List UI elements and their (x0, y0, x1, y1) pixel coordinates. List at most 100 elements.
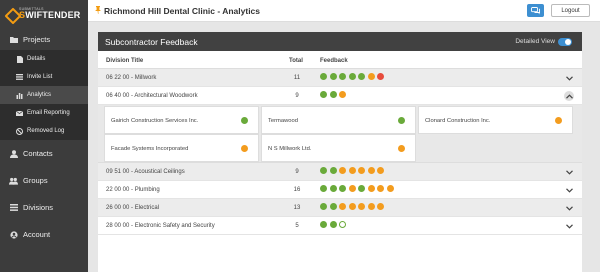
feedback-dot-neutral[interactable] (348, 167, 356, 174)
envelope-icon (16, 110, 23, 117)
subcontractor-name: Termawood (268, 118, 298, 124)
pin-icon (95, 5, 101, 16)
feedback-dot-neutral[interactable] (367, 203, 375, 210)
sidebar-item-invite-list[interactable]: Invite List (0, 68, 88, 86)
sidebar-item-label: Invite List (27, 74, 53, 80)
sidebar-item-label: Removed Log (27, 128, 65, 134)
division-total: 11 (293, 75, 301, 81)
feedback-status-dot (398, 145, 405, 152)
feedback-status-dot (398, 117, 405, 124)
feedback-dot-positive[interactable] (358, 185, 365, 192)
feedback-dot-positive[interactable] (320, 221, 327, 228)
page-title: Richmond Hill Dental Clinic - Analytics (104, 5, 261, 16)
feedback-dots (320, 221, 346, 228)
division-title: 06 40 00 - Architectural Woodwork (106, 93, 198, 99)
feedback-dot-pending[interactable] (339, 221, 346, 228)
nav-account-label: Account (23, 230, 51, 239)
nav-projects[interactable]: Projects (0, 28, 88, 50)
subcontractor-card[interactable]: N S Millwork Ltd. (261, 134, 416, 162)
feedback-dots (320, 167, 384, 174)
sidebar: SUBMITTALS SWIFTENDER Projects Details I… (0, 0, 88, 272)
feedback-dot-neutral[interactable] (358, 167, 365, 174)
detailed-view-toggle[interactable] (558, 38, 572, 46)
feedback-dot-positive[interactable] (320, 167, 327, 174)
table-row[interactable]: 22 00 00 - Plumbing 16 (98, 181, 582, 199)
nav-account[interactable]: Account (0, 221, 88, 248)
feedback-dot-positive[interactable] (320, 73, 327, 80)
division-total: 5 (295, 223, 299, 229)
chevron-down-icon[interactable] (564, 73, 574, 83)
feedback-dot-positive[interactable] (329, 167, 337, 174)
nav-groups[interactable]: Groups (0, 167, 88, 194)
account-circle-icon (9, 230, 18, 239)
logout-button[interactable]: Logout (551, 4, 590, 17)
feedback-dot-positive[interactable] (339, 73, 346, 80)
feedback-dot-neutral[interactable] (377, 185, 384, 192)
feedback-dot-positive[interactable] (320, 203, 327, 210)
feedback-dot-neutral[interactable] (367, 167, 375, 174)
feedback-dot-positive[interactable] (329, 185, 337, 192)
feedback-dot-neutral[interactable] (367, 185, 375, 192)
feedback-dot-positive[interactable] (329, 221, 337, 228)
table-row[interactable]: 06 22 00 - Millwork 11 (98, 69, 582, 87)
chevron-down-icon[interactable] (564, 185, 574, 195)
nav-contacts[interactable]: Contacts (0, 140, 88, 167)
sidebar-item-email-reporting[interactable]: Email Reporting (0, 104, 88, 122)
feedback-dot-neutral[interactable] (339, 91, 346, 98)
feedback-dots (320, 91, 346, 98)
feedback-dot-positive[interactable] (320, 91, 327, 98)
feedback-dot-positive[interactable] (329, 73, 337, 80)
table-row[interactable]: 28 00 00 - Electronic Safety and Securit… (98, 217, 582, 235)
feedback-dot-negative[interactable] (377, 73, 384, 80)
chevron-down-icon[interactable] (564, 203, 574, 213)
feedback-dot-neutral[interactable] (367, 73, 375, 80)
chat-button[interactable] (527, 4, 544, 17)
nav-divisions[interactable]: Divisions (0, 194, 88, 221)
detailed-view-label: Detailed View (515, 38, 555, 45)
feedback-dot-positive[interactable] (320, 185, 327, 192)
panel-header: Subcontractor Feedback Detailed View (98, 32, 582, 51)
subcontractor-grid: Gairich Construction Services Inc. Terma… (98, 105, 582, 163)
table-row[interactable]: 09 51 00 - Acoustical Ceilings 9 (98, 163, 582, 181)
division-title: 28 00 00 - Electronic Safety and Securit… (106, 223, 215, 229)
sidebar-item-removed-log[interactable]: Removed Log (0, 122, 88, 140)
ban-icon (16, 127, 23, 135)
table-row[interactable]: 06 40 00 - Architectural Woodwork 9 (98, 87, 582, 105)
feedback-dot-neutral[interactable] (339, 203, 346, 210)
bars-icon (9, 203, 18, 212)
feedback-dot-neutral[interactable] (358, 203, 365, 210)
subcontractor-card[interactable]: Clonard Construction Inc. (418, 106, 573, 134)
division-title: 22 00 00 - Plumbing (106, 187, 160, 193)
subcontractor-name: Facade Systems Incorporated (111, 146, 189, 152)
top-bar: Richmond Hill Dental Clinic - Analytics … (88, 0, 600, 22)
feedback-dot-neutral[interactable] (339, 167, 346, 174)
subcontractor-card[interactable]: Facade Systems Incorporated (104, 134, 259, 162)
sidebar-item-analytics[interactable]: Analytics (0, 86, 88, 104)
feedback-dot-neutral[interactable] (348, 203, 356, 210)
chevron-up-icon[interactable] (564, 91, 574, 101)
app-logo[interactable]: SUBMITTALS SWIFTENDER (0, 0, 88, 28)
feedback-dot-positive[interactable] (329, 203, 337, 210)
feedback-dot-neutral[interactable] (377, 203, 384, 210)
chevron-down-icon[interactable] (564, 221, 574, 231)
feedback-dots (320, 73, 384, 80)
feedback-status-dot (555, 117, 562, 124)
feedback-dot-positive[interactable] (329, 91, 337, 98)
subcontractor-card[interactable]: Gairich Construction Services Inc. (104, 106, 259, 134)
feedback-dot-neutral[interactable] (377, 167, 384, 174)
feedback-dot-positive[interactable] (358, 73, 365, 80)
subcontractor-card[interactable]: Termawood (261, 106, 416, 134)
column-total: Total (289, 58, 303, 64)
feedback-dot-neutral[interactable] (386, 185, 394, 192)
table-row[interactable]: 26 00 00 - Electrical 13 (98, 199, 582, 217)
division-title: 26 00 00 - Electrical (106, 205, 160, 211)
feedback-dot-positive[interactable] (339, 185, 346, 192)
sidebar-item-details[interactable]: Details (0, 50, 88, 68)
subcontractor-name: N S Millwork Ltd. (268, 146, 312, 152)
logo-mark-icon (6, 9, 16, 19)
chevron-down-icon[interactable] (564, 167, 574, 177)
sidebar-item-label: Email Reporting (27, 110, 70, 116)
subcontractor-name: Gairich Construction Services Inc. (111, 118, 199, 124)
feedback-dot-positive[interactable] (348, 73, 356, 80)
feedback-dot-neutral[interactable] (348, 185, 356, 192)
